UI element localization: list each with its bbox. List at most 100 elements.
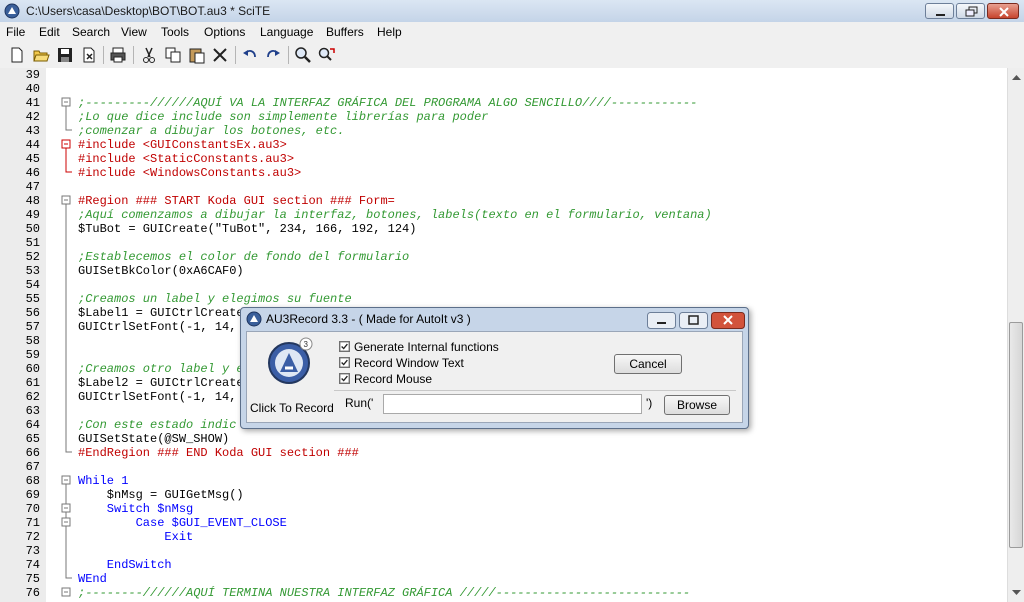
restore-button[interactable] — [956, 3, 985, 19]
browse-button[interactable]: Browse — [664, 395, 730, 415]
menu-bar: File Edit Search View Tools Options Lang… — [0, 22, 1024, 42]
au3record-dialog: AU3Record 3.3 - ( Made for AutoIt v3 ) 3… — [240, 307, 749, 429]
dialog-maximize-button[interactable] — [679, 312, 708, 329]
toolbar — [0, 42, 1024, 69]
code-line[interactable]: 48 #Region ### START Koda GUI section ###… — [0, 194, 1007, 208]
checkbox-check-icon — [339, 341, 350, 352]
code-line[interactable]: 75 WEnd — [0, 572, 1007, 586]
code-line[interactable]: 49 ;Aquí comenzamos a dibujar la interfaz… — [0, 208, 1007, 222]
delete-icon[interactable] — [211, 46, 229, 64]
menu-view[interactable]: View — [121, 25, 147, 39]
cancel-button[interactable]: Cancel — [614, 354, 682, 374]
code-line[interactable]: 70 Switch $nMsg — [0, 502, 1007, 516]
record-button-icon[interactable]: 3 — [265, 336, 315, 386]
line-text: #include <WindowsConstants.au3> — [78, 166, 302, 180]
code-line[interactable]: 46 #include <WindowsConstants.au3> — [0, 166, 1007, 180]
line-text: GUISetBkColor(0xA6CAF0) — [78, 264, 244, 278]
code-line[interactable]: 74 EndSwitch — [0, 558, 1007, 572]
line-number: 64 — [25, 418, 40, 432]
record-mouse-checkbox[interactable]: Record Mouse — [339, 372, 539, 386]
scrollbar-thumb[interactable] — [1009, 322, 1023, 548]
code-line[interactable]: 54 — [0, 278, 1007, 292]
run-path-input[interactable] — [383, 394, 642, 414]
code-line[interactable]: 41 ;---------//////AQUÍ VA LA INTERFAZ GR… — [0, 96, 1007, 110]
line-number: 74 — [25, 558, 40, 572]
separator — [334, 390, 736, 391]
replace-icon[interactable] — [318, 46, 336, 64]
toolbar-separator — [103, 46, 104, 64]
print-icon[interactable] — [109, 46, 127, 64]
copy-icon[interactable] — [164, 46, 182, 64]
code-line[interactable]: 47 — [0, 180, 1007, 194]
line-text: ;Aquí comenzamos a dibujar la interfaz, … — [78, 208, 712, 222]
close-icon — [999, 7, 1009, 17]
code-line[interactable]: 71 Case $GUI_EVENT_CLOSE — [0, 516, 1007, 530]
code-line[interactable]: 66 #EndRegion ### END Koda GUI section ##… — [0, 446, 1007, 460]
code-line[interactable]: 44 #include <GUIConstantsEx.au3> — [0, 138, 1007, 152]
window-title: C:\Users\casa\Desktop\BOT\BOT.au3 * SciT… — [26, 4, 271, 18]
code-line[interactable]: 76 ;--------//////AQUÍ TERMINA NUESTRA IN… — [0, 586, 1007, 600]
code-line[interactable]: 42 ;Lo que dice include son simplemente l… — [0, 110, 1007, 124]
vertical-scrollbar[interactable] — [1007, 68, 1024, 602]
line-number: 63 — [25, 404, 40, 418]
code-line[interactable]: 43 ;comenzar a dibujar los botones, etc. — [0, 124, 1007, 138]
line-number: 53 — [25, 264, 40, 278]
line-number: 66 — [25, 446, 40, 460]
code-line[interactable]: 40 — [0, 82, 1007, 96]
toolbar-separator — [288, 46, 289, 64]
close-button[interactable] — [987, 3, 1019, 19]
scroll-down-icon[interactable] — [1010, 586, 1023, 599]
dialog-close-button[interactable] — [711, 312, 745, 329]
code-line[interactable]: 72 Exit — [0, 530, 1007, 544]
line-number: 40 — [25, 82, 40, 96]
svg-text:3: 3 — [304, 340, 309, 349]
scroll-up-icon[interactable] — [1010, 71, 1023, 84]
code-line[interactable]: 73 — [0, 544, 1007, 558]
code-line[interactable]: 67 — [0, 460, 1007, 474]
line-number: 61 — [25, 376, 40, 390]
menu-buffers[interactable]: Buffers — [326, 25, 364, 39]
line-number: 70 — [25, 502, 40, 516]
code-line[interactable]: 53 GUISetBkColor(0xA6CAF0) — [0, 264, 1007, 278]
menu-help[interactable]: Help — [377, 25, 402, 39]
line-text: While 1 — [78, 474, 129, 488]
code-line[interactable]: 65 GUISetState(@SW_SHOW) — [0, 432, 1007, 446]
code-line[interactable]: 52 ;Establecemos el color de fondo del fo… — [0, 250, 1007, 264]
run-suffix-label: ') — [646, 396, 653, 410]
generate-internal-functions-checkbox[interactable]: Generate Internal functions — [339, 340, 539, 354]
line-text: Exit — [78, 530, 194, 544]
line-number: 60 — [25, 362, 40, 376]
find-icon[interactable] — [294, 46, 312, 64]
close-file-icon[interactable] — [80, 46, 98, 64]
menu-search[interactable]: Search — [72, 25, 110, 39]
line-number: 58 — [25, 334, 40, 348]
line-number: 47 — [25, 180, 40, 194]
open-icon[interactable] — [32, 46, 50, 64]
line-number: 45 — [25, 152, 40, 166]
code-line[interactable]: 39 — [0, 68, 1007, 82]
code-line[interactable]: 45 #include <StaticConstants.au3> — [0, 152, 1007, 166]
menu-tools[interactable]: Tools — [161, 25, 189, 39]
cut-icon[interactable] — [140, 46, 158, 64]
click-to-record-label[interactable]: Click To Record — [250, 401, 334, 415]
code-line[interactable]: 68 While 1 — [0, 474, 1007, 488]
line-number: 51 — [25, 236, 40, 250]
code-line[interactable]: 50 $TuBot = GUICreate("TuBot", 234, 166, … — [0, 222, 1007, 236]
code-line[interactable]: 55 ;Creamos un label y elegimos su fuente — [0, 292, 1007, 306]
menu-edit[interactable]: Edit — [39, 25, 60, 39]
line-text: Case $GUI_EVENT_CLOSE — [78, 516, 287, 530]
dialog-minimize-button[interactable] — [647, 312, 676, 329]
code-line[interactable]: 51 — [0, 236, 1007, 250]
menu-file[interactable]: File — [6, 25, 25, 39]
menu-language[interactable]: Language — [260, 25, 313, 39]
redo-icon[interactable] — [264, 46, 282, 64]
paste-icon[interactable] — [188, 46, 206, 64]
code-line[interactable]: 69 $nMsg = GUIGetMsg() — [0, 488, 1007, 502]
menu-options[interactable]: Options — [204, 25, 245, 39]
undo-icon[interactable] — [241, 46, 259, 64]
minimize-button[interactable] — [925, 3, 954, 19]
line-number: 71 — [25, 516, 40, 530]
save-icon[interactable] — [56, 46, 74, 64]
record-window-text-checkbox[interactable]: Record Window Text — [339, 356, 539, 370]
new-icon[interactable] — [8, 46, 26, 64]
